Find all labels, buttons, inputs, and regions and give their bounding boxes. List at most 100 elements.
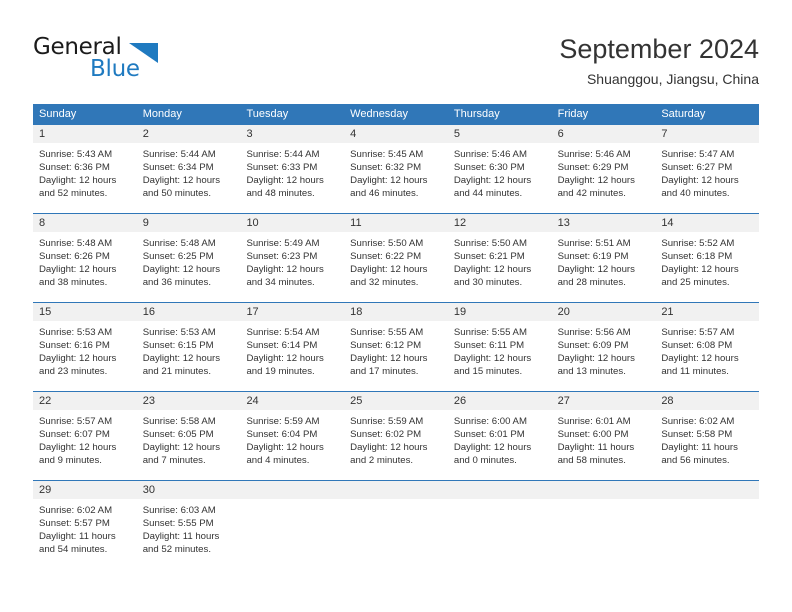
day-cell[interactable]: 12 Sunrise: 5:50 AM Sunset: 6:21 PM Dayligh… — [447, 214, 552, 302]
day-cell[interactable]: 13 Sunrise: 5:51 AM Sunset: 6:19 PM Dayligh… — [551, 214, 656, 302]
sunrise-text: Sunrise: 5:59 AM — [350, 416, 424, 427]
day-cell[interactable]: 16 Sunrise: 5:53 AM Sunset: 6:15 PM Dayligh… — [136, 303, 241, 391]
day-cell[interactable]: 26 Sunrise: 6:00 AM Sunset: 6:01 PM Dayligh… — [447, 392, 552, 480]
day-cell[interactable]: 2 Sunrise: 5:44 AM Sunset: 6:34 PM Daylight… — [136, 125, 241, 213]
day-cell[interactable]: 14 Sunrise: 5:52 AM Sunset: 6:18 PM Dayligh… — [655, 214, 760, 302]
day-details: Sunrise: 5:44 AM Sunset: 6:33 PM Daylight:… — [240, 143, 344, 200]
day-number: 28 — [655, 392, 760, 410]
day-details: Sunrise: 5:52 AM Sunset: 6:18 PM Daylight:… — [655, 232, 759, 289]
daylight-text-line1: Daylight: 12 hours — [661, 264, 739, 275]
daylight-text-line2: and 30 minutes. — [453, 277, 523, 288]
day-number: 1 — [33, 125, 137, 143]
page-title: September 2024 — [559, 34, 759, 64]
day-cell[interactable]: 10 Sunrise: 5:49 AM Sunset: 6:23 PM Dayligh… — [240, 214, 345, 302]
logo-text-blue: Blue — [90, 56, 140, 82]
day-cell[interactable]: 3 Sunrise: 5:44 AM Sunset: 6:33 PM Daylight… — [240, 125, 345, 213]
general-blue-logo[interactable]: General Blue — [33, 34, 213, 86]
sunset-text: Sunset: 6:00 PM — [557, 429, 629, 440]
day-cell[interactable]: 4 Sunrise: 5:45 AM Sunset: 6:32 PM Daylight… — [344, 125, 448, 213]
weekday-header-thursday: Thursday — [453, 108, 500, 120]
daylight-text-line1: Daylight: 12 hours — [350, 175, 428, 186]
sunrise-text: Sunrise: 5:49 AM — [246, 238, 320, 249]
sunset-text: Sunset: 6:25 PM — [142, 251, 214, 262]
daylight-text-line1: Daylight: 12 hours — [453, 175, 532, 186]
daylight-text-line1: Daylight: 12 hours — [142, 175, 221, 186]
sunset-text: Sunset: 6:21 PM — [453, 251, 525, 262]
sunrise-text: Sunrise: 5:51 AM — [557, 238, 631, 249]
day-cell[interactable]: 30 Sunrise: 6:03 AM Sunset: 5:55 PM Dayligh… — [136, 481, 241, 569]
day-number — [447, 481, 552, 499]
weekday-header-wednesday: Wednesday — [350, 108, 409, 120]
sunset-text: Sunset: 6:30 PM — [453, 162, 525, 173]
sunrise-text: Sunrise: 5:45 AM — [350, 149, 424, 160]
day-cell[interactable]: 20 Sunrise: 5:56 AM Sunset: 6:09 PM Dayligh… — [551, 303, 656, 391]
day-number: 14 — [655, 214, 760, 232]
day-number: 23 — [136, 392, 241, 410]
day-details: Sunrise: 5:48 AM Sunset: 6:25 PM Daylight:… — [137, 232, 241, 289]
day-number: 27 — [551, 392, 656, 410]
day-cell[interactable]: 27 Sunrise: 6:01 AM Sunset: 6:00 PM Dayligh… — [551, 392, 656, 480]
day-cell[interactable]: 11 Sunrise: 5:50 AM Sunset: 6:22 PM Dayligh… — [344, 214, 448, 302]
day-details: Sunrise: 5:51 AM Sunset: 6:19 PM Daylight:… — [552, 232, 656, 289]
day-details: Sunrise: 5:49 AM Sunset: 6:23 PM Daylight:… — [240, 232, 344, 289]
day-cell[interactable]: 7 Sunrise: 5:47 AM Sunset: 6:27 PM Daylight… — [655, 125, 760, 213]
daylight-text-line2: and 48 minutes. — [246, 188, 315, 199]
day-number — [344, 481, 448, 499]
day-details: Sunrise: 6:03 AM Sunset: 5:55 PM Daylight:… — [137, 499, 241, 556]
daylight-text-line2: and 58 minutes. — [557, 455, 626, 466]
sunrise-text: Sunrise: 5:56 AM — [557, 327, 631, 338]
day-cell[interactable]: 18 Sunrise: 5:55 AM Sunset: 6:12 PM Dayligh… — [344, 303, 448, 391]
day-details: Sunrise: 5:57 AM Sunset: 6:07 PM Daylight:… — [33, 410, 137, 467]
sunrise-text: Sunrise: 5:53 AM — [142, 327, 216, 338]
sunrise-text: Sunrise: 6:01 AM — [557, 416, 631, 427]
calendar-grid: Sunday Monday Tuesday Wednesday Thursday… — [33, 104, 760, 569]
day-cell[interactable]: 6 Sunrise: 5:46 AM Sunset: 6:29 PM Daylight… — [551, 125, 656, 213]
daylight-text-line2: and 38 minutes. — [39, 277, 108, 288]
day-number: 13 — [551, 214, 656, 232]
day-cell[interactable]: 15 Sunrise: 5:53 AM Sunset: 6:16 PM Dayligh… — [33, 303, 137, 391]
daylight-text-line2: and 44 minutes. — [453, 188, 523, 199]
daylight-text-line2: and 40 minutes. — [661, 188, 730, 199]
weekday-header-row: Sunday Monday Tuesday Wednesday Thursday… — [33, 104, 759, 125]
sunrise-text: Sunrise: 5:57 AM — [39, 416, 113, 427]
day-number: 30 — [136, 481, 241, 499]
sunset-text: Sunset: 6:22 PM — [350, 251, 422, 262]
day-number: 18 — [344, 303, 448, 321]
day-cell[interactable]: 5 Sunrise: 5:46 AM Sunset: 6:30 PM Daylight… — [447, 125, 552, 213]
daylight-text-line1: Daylight: 12 hours — [142, 442, 221, 453]
sunset-text: Sunset: 6:26 PM — [39, 251, 110, 262]
day-cell[interactable]: 25 Sunrise: 5:59 AM Sunset: 6:02 PM Dayligh… — [344, 392, 448, 480]
day-cell[interactable]: 29 Sunrise: 6:02 AM Sunset: 5:57 PM Dayligh… — [33, 481, 137, 569]
sunrise-text: Sunrise: 5:58 AM — [142, 416, 216, 427]
daylight-text-line1: Daylight: 12 hours — [246, 175, 324, 186]
calendar-page: General Blue September 2024 Shuanggou, J… — [0, 0, 792, 612]
sunrise-text: Sunrise: 6:03 AM — [142, 505, 216, 516]
day-number: 24 — [240, 392, 345, 410]
daylight-text-line2: and 0 minutes. — [453, 455, 517, 466]
day-number: 29 — [33, 481, 137, 499]
daylight-text-line2: and 2 minutes. — [350, 455, 414, 466]
week-row: 8 Sunrise: 5:48 AM Sunset: 6:26 PM Daylight… — [33, 213, 760, 302]
daylight-text-line2: and 15 minutes. — [453, 366, 523, 377]
sunset-text: Sunset: 6:18 PM — [661, 251, 733, 262]
daylight-text-line2: and 42 minutes. — [557, 188, 626, 199]
daylight-text-line1: Daylight: 12 hours — [39, 264, 117, 275]
day-number: 17 — [240, 303, 345, 321]
day-cell[interactable]: 9 Sunrise: 5:48 AM Sunset: 6:25 PM Daylight… — [136, 214, 241, 302]
day-details: Sunrise: 5:45 AM Sunset: 6:32 PM Daylight:… — [344, 143, 448, 200]
day-number: 8 — [33, 214, 137, 232]
day-cell[interactable]: 24 Sunrise: 5:59 AM Sunset: 6:04 PM Dayligh… — [240, 392, 345, 480]
daylight-text-line1: Daylight: 12 hours — [350, 442, 428, 453]
day-cell[interactable]: 28 Sunrise: 6:02 AM Sunset: 5:58 PM Dayligh… — [655, 392, 760, 480]
day-number: 10 — [240, 214, 345, 232]
day-cell[interactable]: 23 Sunrise: 5:58 AM Sunset: 6:05 PM Dayligh… — [136, 392, 241, 480]
daylight-text-line2: and 4 minutes. — [246, 455, 310, 466]
day-cell[interactable]: 8 Sunrise: 5:48 AM Sunset: 6:26 PM Daylight… — [33, 214, 137, 302]
day-cell[interactable]: 1 Sunrise: 5:43 AM Sunset: 6:36 PM Daylight… — [33, 125, 137, 213]
day-cell[interactable]: 21 Sunrise: 5:57 AM Sunset: 6:08 PM Dayligh… — [655, 303, 760, 391]
day-cell[interactable]: 17 Sunrise: 5:54 AM Sunset: 6:14 PM Dayligh… — [240, 303, 345, 391]
sunset-text: Sunset: 6:33 PM — [246, 162, 318, 173]
sunrise-text: Sunrise: 6:02 AM — [39, 505, 113, 516]
day-cell[interactable]: 19 Sunrise: 5:55 AM Sunset: 6:11 PM Dayligh… — [447, 303, 552, 391]
day-cell[interactable]: 22 Sunrise: 5:57 AM Sunset: 6:07 PM Dayligh… — [33, 392, 137, 480]
